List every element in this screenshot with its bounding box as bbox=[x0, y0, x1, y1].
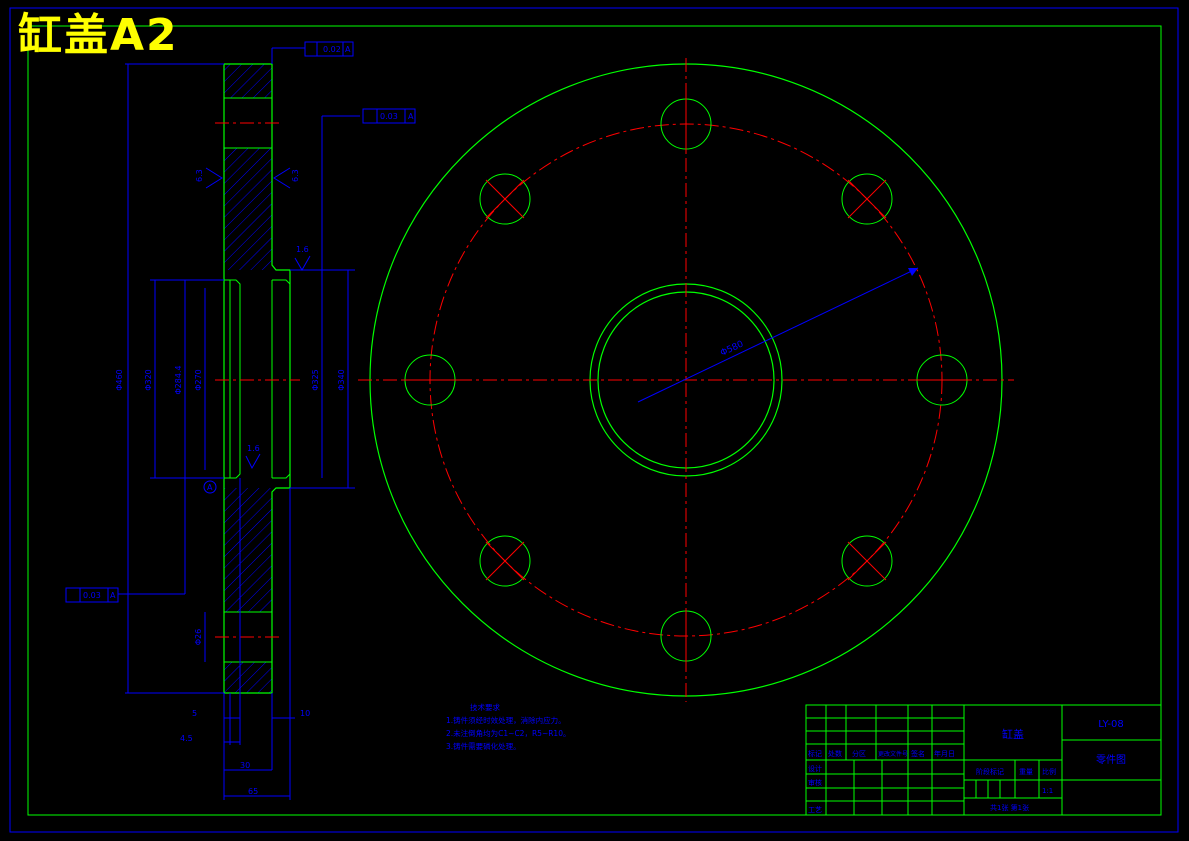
sheet-title: 缸盖A2 bbox=[18, 10, 179, 61]
gdt-datum-top: A bbox=[408, 112, 414, 121]
dim-t5: 65 bbox=[248, 787, 258, 796]
bore-chamfer bbox=[272, 279, 291, 285]
dim-overall: Φ460 bbox=[115, 369, 124, 391]
tb-left-label-2: 工艺 bbox=[808, 806, 822, 814]
tech-notes: 技术要求 1.铸件须经时效处理，消除内应力。 2.未注倒角均为C1~C2，R5~… bbox=[446, 702, 570, 751]
dim-bolt-circle: Φ580 bbox=[719, 339, 745, 358]
tb-row-label-1: 处数 bbox=[828, 749, 842, 758]
dim-t4: 30 bbox=[240, 761, 250, 770]
section-view: Φ460 Φ320 Φ284.4 Φ270 Φ325 Φ340 Φ26 0.02… bbox=[65, 41, 416, 800]
roughness-a: 6.3 bbox=[195, 169, 204, 182]
tb-row-label-3: 更改文件号 bbox=[878, 750, 908, 758]
dim-hole: Φ26 bbox=[194, 629, 203, 645]
dim-bore2: Φ284.4 bbox=[174, 365, 183, 394]
gdt-runout-top: 0.03 bbox=[380, 112, 398, 121]
dim-bore3: Φ270 bbox=[194, 369, 203, 391]
roughness-c: 1.6 bbox=[296, 245, 309, 254]
datum-label: A bbox=[207, 483, 213, 492]
tb-left-label-1: 审核 bbox=[808, 778, 822, 787]
tb-drawing-no: LY-08 bbox=[1098, 719, 1124, 730]
dim-t2: 4.5 bbox=[180, 734, 193, 743]
gdt-datum-left: A bbox=[110, 591, 116, 600]
tb-scale-value: 1:1 bbox=[1042, 787, 1053, 795]
tb-row-label-0: 标记 bbox=[808, 749, 822, 758]
tb-stage-label: 阶段标记 bbox=[976, 767, 1004, 776]
tb-row-label-5: 年月日 bbox=[934, 749, 955, 758]
diameter-leader bbox=[637, 267, 919, 403]
bore-step bbox=[224, 279, 241, 479]
gdt-runout-left: 0.03 bbox=[83, 591, 101, 600]
hatch-upper bbox=[224, 64, 272, 270]
cad-drawing: Φ460 Φ320 Φ284.4 Φ270 Φ325 Φ340 Φ26 0.02… bbox=[9, 7, 1179, 833]
tb-part-name: 缸盖 bbox=[1002, 727, 1024, 741]
dim-t3: 10 bbox=[300, 709, 310, 718]
notes-line1: 1.铸件须经时效处理，消除内应力。 bbox=[446, 715, 566, 725]
dim-t1: 5 bbox=[192, 709, 197, 718]
roughness-d: 1.6 bbox=[247, 444, 260, 453]
tb-sheets: 共1张 第1张 bbox=[990, 803, 1029, 812]
notes-line3: 3.铸件需要磷化处理。 bbox=[446, 741, 521, 751]
tb-scale-label: 比例 bbox=[1042, 767, 1056, 776]
gdt-flatness-value: 0.02 bbox=[323, 45, 341, 54]
title-block: 标记 处数 分区 更改文件号 签名 年月日 设计 审核 工艺 阶段标记 重量 比… bbox=[805, 704, 1162, 816]
gdt-datum-a: A bbox=[345, 45, 351, 54]
roughness-b: 6.3 bbox=[291, 169, 300, 182]
tb-left-label-0: 设计 bbox=[808, 764, 822, 773]
tb-weight-label: 重量 bbox=[1019, 768, 1033, 776]
front-view: Φ580 bbox=[358, 58, 1014, 702]
notes-line2: 2.未注倒角均为C1~C2，R5~R10。 bbox=[446, 728, 570, 738]
tb-drawing-type: 零件图 bbox=[1096, 754, 1126, 766]
bore-chamfer bbox=[272, 473, 291, 479]
notes-heading: 技术要求 bbox=[470, 702, 500, 712]
dim-boss2: Φ340 bbox=[337, 369, 346, 391]
dim-boss1: Φ325 bbox=[311, 369, 320, 391]
dim-bore1: Φ320 bbox=[144, 369, 153, 391]
tb-row-label-2: 分区 bbox=[852, 749, 866, 758]
inner-frame bbox=[27, 25, 1162, 816]
tb-row-label-4: 签名 bbox=[911, 749, 925, 758]
